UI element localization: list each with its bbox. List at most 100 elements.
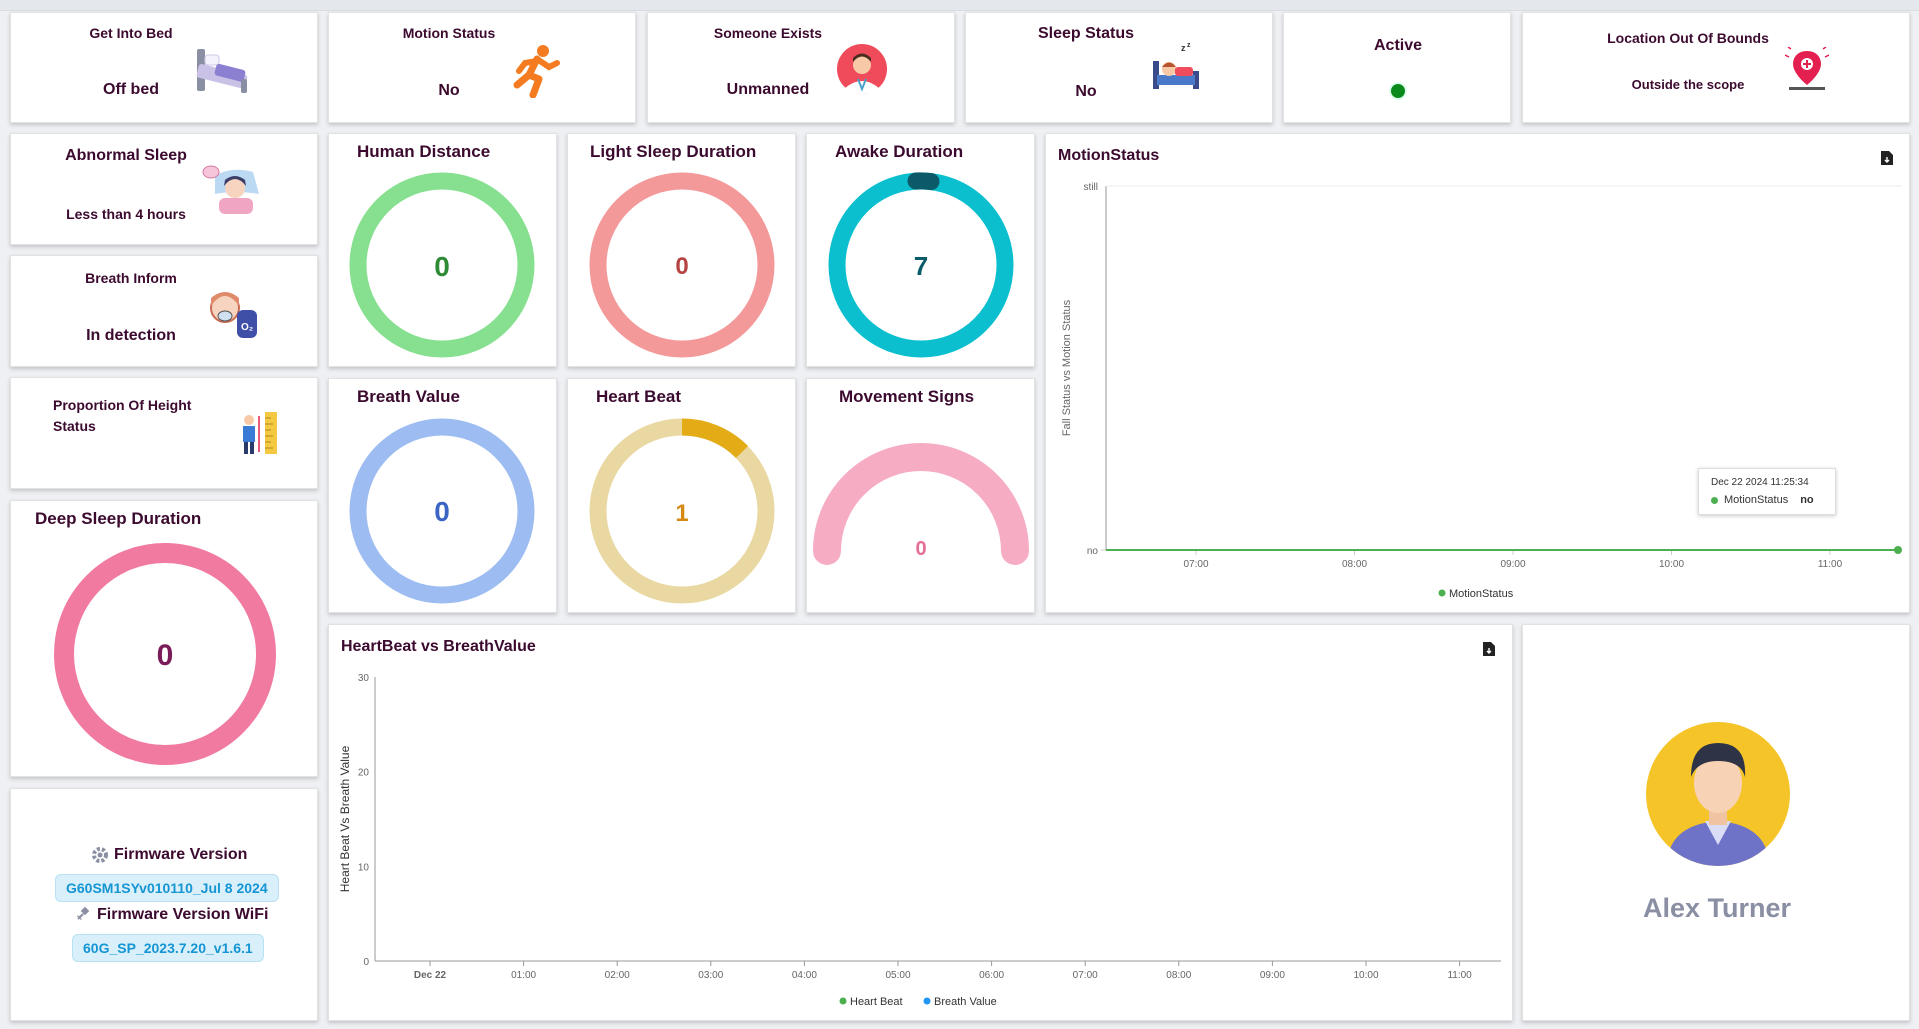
green-dot-icon	[1389, 82, 1407, 100]
card-title: Motion Status	[402, 25, 496, 41]
card-get-into-bed: Get Into Bed Off bed	[10, 12, 318, 123]
card-light-sleep-duration: Light Sleep Duration 0	[567, 133, 796, 367]
height-measure-icon	[243, 412, 277, 454]
card-title: Someone Exists	[713, 25, 823, 41]
location-pin-icon	[1785, 47, 1829, 90]
card-title: Breath Inform	[85, 270, 177, 286]
gauge-title: Movement Signs	[839, 387, 975, 406]
tooltip-series: MotionStatus	[1724, 494, 1789, 506]
gauge-progress	[907, 172, 940, 191]
x-tick-label: 09:00	[1500, 559, 1525, 570]
card-motion-status: Motion Status No	[328, 12, 636, 123]
chart-tooltip: Dec 22 2024 11:25:34 MotionStatus no	[1698, 468, 1836, 515]
x-tick-label: 08:00	[1166, 970, 1191, 981]
card-deep-sleep-duration: Deep Sleep Duration 0	[10, 500, 318, 777]
tooltip-value: no	[1800, 494, 1814, 506]
gauge-value: 0	[434, 251, 450, 282]
y-axis-label: Heart Beat Vs Breath Value	[338, 745, 352, 892]
x-tick-label: 11:00	[1818, 559, 1843, 570]
firmware-title: Firmware Version	[114, 846, 248, 863]
y-tick-label: 0	[363, 957, 369, 968]
gauge-title: Human Distance	[357, 142, 491, 161]
card-breath-inform: Breath Inform In detection O₂	[10, 255, 318, 367]
gauge-progress	[681, 418, 749, 459]
x-tick-label: 08:00	[1342, 559, 1367, 570]
card-active: Active	[1283, 12, 1511, 123]
gear-icon	[92, 847, 108, 863]
firmware-wifi-title: Firmware Version WiFi	[97, 906, 269, 923]
tooltip-time: Dec 22 2024 11:25:34	[1711, 477, 1809, 488]
x-tick-label: 04:00	[792, 970, 817, 981]
gauge-title: Deep Sleep Duration	[35, 509, 202, 528]
light-sleep-gauge: 0	[589, 172, 775, 358]
running-person-icon	[513, 45, 560, 98]
card-human-distance: Human Distance 0	[328, 133, 557, 367]
motion-status-last-point	[1894, 546, 1902, 554]
firmware-version-badge: G60SM1SYv010110_Jul 8 2024	[55, 874, 279, 902]
legend-dot	[1438, 589, 1446, 597]
card-heart-beat: Heart Beat 1	[567, 378, 796, 613]
deep-sleep-gauge: 0	[54, 543, 276, 765]
legend-dot-heart-beat	[839, 997, 847, 1005]
card-breath-value: Breath Value 0	[328, 378, 557, 613]
firmware-wifi-version-badge: 60G_SP_2023.7.20_v1.6.1	[72, 934, 264, 962]
y-axis-label: Fall Status vs Motion Status	[1061, 299, 1073, 436]
y-ticks: 30 20 10 0	[358, 673, 370, 968]
card-title-line1: Proportion Of Height	[53, 397, 192, 413]
card-height-status: Proportion Of Height Status	[10, 377, 318, 489]
svg-text:z: z	[1181, 43, 1186, 53]
heartbeat-breath-chart: Heart Beat Vs Breath Value 30 20 10 0 Dec 2…	[338, 673, 1501, 1008]
x-tick-label: 06:00	[979, 970, 1004, 981]
movement-signs-gauge: 0	[813, 443, 1029, 565]
card-movement-signs: Movement Signs 0	[806, 378, 1035, 613]
gauge-value: 1	[675, 500, 688, 527]
legend-label: MotionStatus	[1449, 588, 1514, 600]
card-motion-status-chart: MotionStatus Fall Status vs Motion Statu…	[1045, 133, 1910, 613]
card-title: Abnormal Sleep	[65, 147, 187, 164]
user-avatar	[1646, 722, 1790, 866]
satellite-icon	[76, 906, 90, 921]
x-tick-label: 07:00	[1183, 559, 1208, 570]
gauge-title: Awake Duration	[835, 142, 964, 161]
tooltip-dot	[1711, 496, 1718, 504]
y-tick-no: no	[1087, 546, 1099, 557]
gauge-title: Light Sleep Duration	[590, 142, 757, 161]
card-title: Get Into Bed	[89, 25, 173, 41]
legend-dot-breath-value	[923, 997, 931, 1005]
x-tick-label: 09:00	[1260, 970, 1285, 981]
x-tick-label: Dec 22	[414, 970, 447, 981]
svg-text:O₂: O₂	[241, 322, 253, 333]
card-user-profile: Alex Turner	[1522, 624, 1910, 1021]
card-someone-exists: Someone Exists Unmanned	[647, 12, 955, 123]
gauge-title: Breath Value	[357, 387, 460, 406]
x-tick-label: 03:00	[698, 970, 723, 981]
y-tick-still: still	[1084, 182, 1098, 193]
oxygen-mask-icon: O₂	[210, 292, 257, 338]
gauge-track	[813, 443, 1029, 565]
gauge-value: 0	[434, 496, 450, 527]
tooltip-row: MotionStatus no	[1711, 494, 1823, 506]
top-bar	[0, 0, 1919, 11]
legend-label-breath-value: Breath Value	[934, 996, 997, 1008]
svg-text:z: z	[1187, 42, 1191, 49]
doctor-avatar-icon	[837, 44, 887, 94]
x-ticks: Dec 22 01:00 02:00 03:00 04:00 05:00 06:00 07:0…	[414, 961, 1472, 981]
card-title-line2: Status	[53, 418, 96, 434]
card-title: Location Out Of Bounds	[1607, 30, 1769, 46]
y-tick-label: 10	[358, 862, 370, 873]
motion-status-chart: Fall Status vs Motion Status still no 07…	[1061, 182, 1902, 600]
x-tick-label: 02:00	[605, 970, 630, 981]
x-tick-label: 07:00	[1073, 970, 1098, 981]
user-name: Alex Turner	[1642, 893, 1792, 923]
heart-beat-gauge: 1	[589, 418, 775, 604]
x-tick-label: 10:00	[1353, 970, 1378, 981]
sleeping-person-icon: z z	[1153, 42, 1199, 89]
legend-label-heart-beat: Heart Beat	[850, 996, 903, 1008]
card-awake-duration: Awake Duration 7	[806, 133, 1035, 367]
card-heartbeat-breath-chart: HeartBeat vs BreathValue Heart Beat Vs B…	[328, 624, 1513, 1021]
gauge-title: Heart Beat	[596, 387, 682, 406]
gauge-value: 0	[157, 639, 174, 672]
x-tick-label: 05:00	[885, 970, 910, 981]
card-title: Active	[1373, 37, 1423, 54]
gauge-value: 0	[675, 253, 688, 280]
